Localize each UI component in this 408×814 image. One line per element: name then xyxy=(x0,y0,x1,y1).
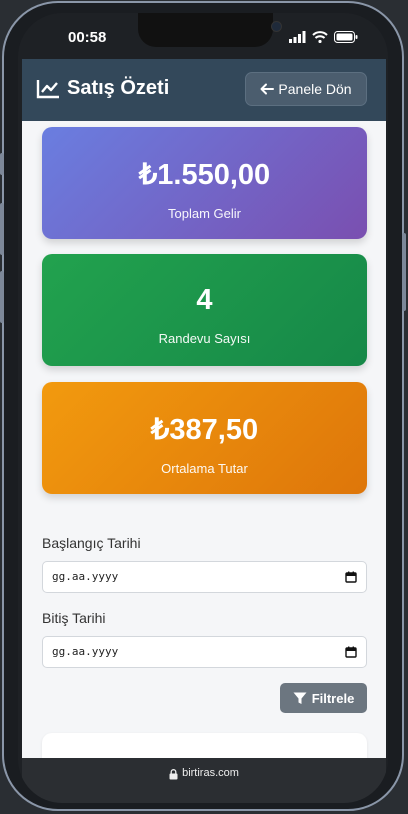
stat-value: ₺1.550,00 xyxy=(138,159,271,191)
filter-icon xyxy=(293,692,307,704)
stat-value: ₺387,50 xyxy=(150,414,259,446)
camera-icon xyxy=(271,21,282,32)
notch xyxy=(138,13,282,47)
battery-icon xyxy=(334,31,358,43)
report-card xyxy=(42,733,367,758)
status-time: 00:58 xyxy=(68,29,107,46)
stat-label: Toplam Gelir xyxy=(168,206,241,221)
browser-url-bar[interactable]: birtiras.com xyxy=(22,758,386,803)
calendar-icon[interactable] xyxy=(345,571,357,583)
status-bar: 00:58 xyxy=(18,13,388,59)
side-button xyxy=(0,153,4,175)
url-text: birtiras.com xyxy=(182,767,239,779)
end-date-label: Bitiş Tarihi xyxy=(42,610,106,626)
signal-icon xyxy=(289,31,306,43)
status-icons xyxy=(289,31,358,43)
stat-card-appointments: 4 Randevu Sayısı xyxy=(42,254,367,366)
start-date-input[interactable]: gg.aa.yyyy xyxy=(42,561,367,593)
stat-card-revenue: ₺1.550,00 Toplam Gelir xyxy=(42,127,367,239)
page-title: Satış Özeti xyxy=(36,77,169,100)
back-button-label: Panele Dön xyxy=(278,81,352,97)
stat-label: Ortalama Tutar xyxy=(161,461,248,476)
volume-down-button xyxy=(0,271,4,323)
stat-value: 4 xyxy=(196,284,213,316)
filter-button[interactable]: Filtrele xyxy=(280,683,367,713)
arrow-left-icon xyxy=(260,83,275,95)
filter-button-label: Filtrele xyxy=(311,690,355,706)
screen: 00:58 Satış Özeti Panele Dön ₺1.550,00 T… xyxy=(18,13,388,803)
start-date-placeholder: gg.aa.yyyy xyxy=(52,570,119,583)
app-header: Satış Özeti Panele Dön xyxy=(22,59,386,121)
start-date-label: Başlangıç Tarihi xyxy=(42,535,141,551)
stat-card-average: ₺387,50 Ortalama Tutar xyxy=(42,382,367,494)
back-to-panel-button[interactable]: Panele Dön xyxy=(245,72,367,106)
wifi-icon xyxy=(312,31,328,43)
page-title-text: Satış Özeti xyxy=(67,77,170,99)
end-date-placeholder: gg.aa.yyyy xyxy=(52,645,119,658)
main-content[interactable]: ₺1.550,00 Toplam Gelir 4 Randevu Sayısı … xyxy=(22,121,386,758)
power-button xyxy=(402,233,406,311)
chart-line-icon xyxy=(36,79,59,98)
stat-label: Randevu Sayısı xyxy=(158,331,251,346)
lock-icon xyxy=(169,769,178,780)
phone-frame: 00:58 Satış Özeti Panele Dön ₺1.550,00 T… xyxy=(0,1,406,811)
calendar-icon[interactable] xyxy=(345,646,357,658)
volume-up-button xyxy=(0,203,4,255)
end-date-input[interactable]: gg.aa.yyyy xyxy=(42,636,367,668)
